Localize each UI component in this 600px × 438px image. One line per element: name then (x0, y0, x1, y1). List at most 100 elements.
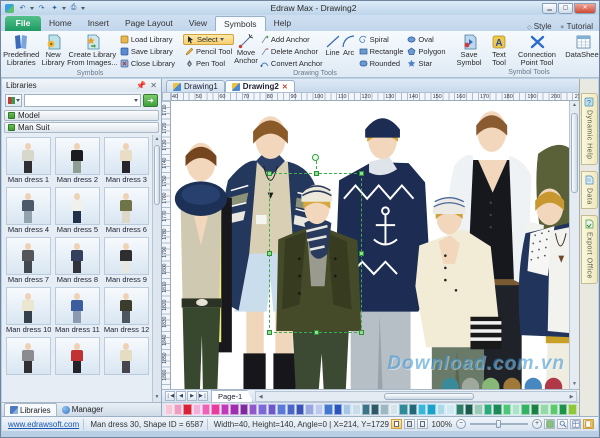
predefined-libraries-button[interactable]: Predefined Libraries (3, 32, 39, 67)
close-document-icon[interactable]: ✕ (282, 83, 288, 91)
palette-color[interactable] (456, 404, 464, 415)
library-symbol[interactable]: Man dress 5 (53, 185, 102, 235)
add-anchor-button[interactable]: Add Anchor (258, 34, 325, 45)
connection-point-tool-button[interactable]: Connection Point Tool (513, 32, 561, 67)
palette-color[interactable] (418, 404, 426, 415)
first-page-button[interactable]: ❘◀ (165, 391, 175, 401)
palette-color[interactable] (427, 404, 435, 415)
presentation-view-button[interactable] (417, 419, 428, 429)
library-symbol[interactable]: Man dress 6 (102, 185, 151, 235)
palette-color[interactable] (202, 404, 210, 415)
panel-toggle-button[interactable] (583, 419, 594, 429)
palette-color[interactable] (521, 404, 529, 415)
palette-color[interactable] (409, 404, 417, 415)
tab-file[interactable]: File (5, 16, 41, 31)
palette-color[interactable] (221, 404, 229, 415)
redo-button[interactable]: ↷ (36, 3, 47, 13)
panel-close-icon[interactable]: ✕ (150, 81, 157, 90)
library-symbol[interactable]: Man dress 11 (53, 285, 102, 335)
line-tool-button[interactable]: Line (325, 32, 341, 57)
library-symbol[interactable]: Man dress 9 (102, 235, 151, 285)
fit-page-button[interactable] (544, 419, 555, 429)
create-library-button[interactable]: Create Library From Images... (67, 32, 118, 67)
palette-color[interactable] (550, 404, 558, 415)
palette-color[interactable] (568, 404, 576, 415)
resize-handle-s[interactable] (314, 330, 319, 335)
new-library-button[interactable]: New Library (39, 32, 66, 67)
library-symbol[interactable] (102, 335, 151, 385)
arc-tool-button[interactable]: Arc (341, 32, 357, 57)
library-symbol[interactable]: Man dress 7 (4, 235, 53, 285)
palette-color[interactable] (174, 404, 182, 415)
canvas-artwork[interactable] (171, 101, 569, 389)
library-section-model[interactable]: Model (4, 110, 159, 121)
resize-handle-n[interactable] (314, 171, 319, 176)
tab-home[interactable]: Home (41, 16, 80, 31)
spiral-tool-button[interactable]: Spiral (357, 34, 406, 45)
library-filter-button[interactable] (5, 94, 22, 107)
palette-color[interactable] (531, 404, 539, 415)
palette-color[interactable] (268, 404, 276, 415)
rotation-handle[interactable] (312, 154, 319, 161)
palette-color[interactable] (249, 404, 257, 415)
minimize-button[interactable]: ▁ (542, 3, 557, 14)
palette-color[interactable] (334, 404, 342, 415)
pen-tool-button[interactable]: Pen Tool (183, 58, 234, 69)
resize-handle-w[interactable] (267, 251, 272, 256)
side-tab-dynamic-help[interactable]: ? Dynamic Help (581, 93, 598, 165)
canvas-vertical-scrollbar[interactable]: ▲ ▼ (569, 101, 579, 389)
library-symbol[interactable] (4, 335, 53, 385)
palette-color[interactable] (380, 404, 388, 415)
move-anchor-button[interactable]: Move Anchor (234, 32, 258, 65)
star-tool-button[interactable]: Star (405, 58, 447, 69)
resize-handle-se[interactable] (359, 330, 364, 335)
library-search-go-button[interactable]: ➜ (143, 94, 158, 107)
doc-tab-drawing1[interactable]: Drawing1 (166, 80, 225, 92)
palette-color[interactable] (305, 404, 313, 415)
style-button[interactable]: ◇Style (527, 22, 551, 31)
datasheet-button[interactable]: DataSheet (561, 32, 600, 59)
palette-color[interactable] (193, 404, 201, 415)
palette-color[interactable] (240, 404, 248, 415)
oval-tool-button[interactable]: Oval (405, 34, 447, 45)
library-search-input[interactable] (24, 94, 141, 107)
palette-color[interactable] (493, 404, 501, 415)
next-page-button[interactable]: ▶ (187, 391, 197, 401)
maximize-button[interactable]: ▢ (558, 3, 573, 14)
tab-insert[interactable]: Insert (80, 16, 117, 31)
tutorial-button[interactable]: ✶Tutorial (560, 22, 593, 31)
previous-page-button[interactable]: ◀ (176, 391, 186, 401)
zoom-out-button[interactable]: − (456, 419, 466, 429)
tab-symbols[interactable]: Symbols (215, 16, 266, 31)
palette-color[interactable] (362, 404, 370, 415)
palette-color[interactable] (296, 404, 304, 415)
palette-color[interactable] (183, 404, 191, 415)
palette-color[interactable] (437, 404, 445, 415)
resize-handle-sw[interactable] (267, 330, 272, 335)
undo-dropdown-icon[interactable] (30, 7, 34, 10)
palette-color[interactable] (230, 404, 238, 415)
polygon-tool-button[interactable]: Polygon (405, 46, 447, 57)
library-symbol[interactable]: Man dress 8 (53, 235, 102, 285)
resize-handle-nw[interactable] (267, 171, 272, 176)
close-library-button[interactable]: Close Library (118, 58, 177, 69)
resize-handle-ne[interactable] (359, 171, 364, 176)
tools-button[interactable]: ✦ (49, 3, 60, 13)
library-section-man-suit[interactable]: Man Suit (4, 122, 159, 133)
palette-color[interactable] (324, 404, 332, 415)
library-symbol[interactable]: Man dress 4 (4, 185, 53, 235)
panel-tab-libraries[interactable]: Libraries (4, 403, 57, 416)
pan-zoom-button[interactable] (557, 419, 568, 429)
palette-color[interactable] (474, 404, 482, 415)
palette-color[interactable] (390, 404, 398, 415)
selection-box[interactable] (269, 173, 362, 333)
palette-color[interactable] (512, 404, 520, 415)
select-dropdown-icon[interactable] (220, 38, 224, 41)
library-symbol[interactable]: Man dress 1 (4, 135, 53, 185)
palette-color[interactable] (465, 404, 473, 415)
save-library-button[interactable]: Save Library (118, 46, 177, 57)
palette-color[interactable] (371, 404, 379, 415)
palette-color[interactable] (258, 404, 266, 415)
tab-page-layout[interactable]: Page Layout (117, 16, 181, 31)
palette-color[interactable] (211, 404, 219, 415)
